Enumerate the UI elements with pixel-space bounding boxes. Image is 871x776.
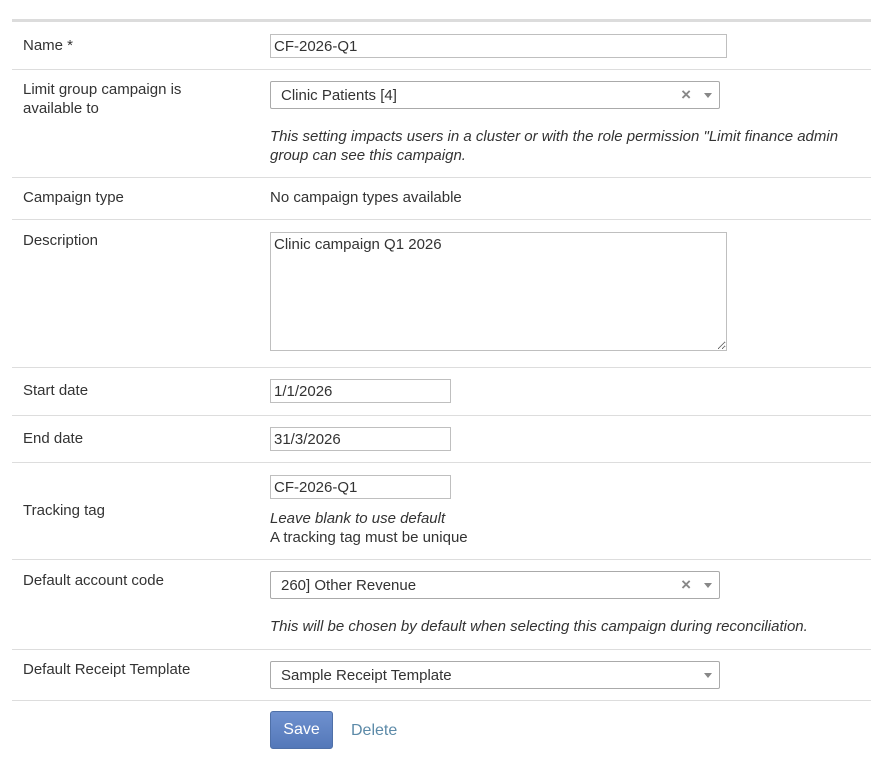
tracking-tag-help-unique: A tracking tag must be unique: [270, 529, 468, 546]
campaign-form: Name * Limit group campaign is available…: [12, 19, 871, 761]
dropdown-arrow-icon[interactable]: [704, 673, 712, 678]
account-code-label: Default account code: [23, 572, 164, 589]
row-account-code: Default account code 260] Other Revenue …: [12, 560, 871, 650]
row-end-date: End date: [12, 416, 871, 463]
row-limit-group: Limit group campaign is available to Cli…: [12, 70, 871, 178]
row-description: Description Clinic campaign Q1 2026: [12, 220, 871, 368]
row-start-date: Start date: [12, 368, 871, 416]
limit-group-label: Limit group campaign is available to: [23, 81, 182, 117]
description-field-wrap: Clinic campaign Q1 2026: [270, 232, 727, 355]
dropdown-arrow-icon[interactable]: [704, 93, 712, 98]
name-input[interactable]: [270, 34, 727, 58]
tracking-tag-input[interactable]: [270, 475, 451, 499]
campaign-type-label: Campaign type: [23, 189, 124, 206]
limit-group-help-line2: group can see this campaign.: [270, 147, 466, 164]
start-date-input[interactable]: [270, 379, 451, 403]
dropdown-arrow-icon[interactable]: [704, 583, 712, 588]
end-date-input[interactable]: [270, 427, 451, 451]
form-actions: Save Delete: [12, 701, 871, 761]
description-textarea[interactable]: Clinic campaign Q1 2026: [270, 232, 727, 351]
row-tracking-tag: Tracking tag Leave blank to use default …: [12, 463, 871, 560]
limit-group-help-line1: This setting impacts users in a cluster …: [270, 128, 839, 145]
receipt-template-field-wrap: Sample Receipt Template: [270, 661, 720, 689]
row-name: Name *: [12, 22, 871, 70]
save-button[interactable]: Save: [270, 711, 333, 749]
campaign-type-value: No campaign types available: [270, 189, 462, 206]
row-receipt-template: Default Receipt Template Sample Receipt …: [12, 650, 871, 701]
receipt-template-select[interactable]: Sample Receipt Template: [270, 661, 720, 689]
tracking-tag-label: Tracking tag: [23, 502, 105, 519]
start-date-label: Start date: [23, 382, 89, 399]
limit-group-field-wrap: Clinic Patients [4] ×: [270, 81, 720, 109]
row-campaign-type: Campaign type No campaign types availabl…: [12, 178, 871, 220]
account-code-selected-value: 260] Other Revenue: [281, 577, 417, 594]
clear-selection-icon[interactable]: ×: [681, 575, 691, 595]
clear-selection-icon[interactable]: ×: [681, 85, 691, 105]
account-code-help: This will be chosen by default when sele…: [270, 618, 808, 635]
end-date-label: End date: [23, 430, 84, 447]
description-label: Description: [23, 232, 99, 249]
account-code-field-wrap: 260] Other Revenue ×: [270, 571, 720, 599]
limit-group-selected-value: Clinic Patients [4]: [281, 87, 397, 104]
tracking-tag-field-wrap: [270, 475, 451, 499]
limit-group-select[interactable]: Clinic Patients [4] ×: [270, 81, 720, 109]
account-code-select[interactable]: 260] Other Revenue ×: [270, 571, 720, 599]
tracking-tag-help-default: Leave blank to use default: [270, 510, 446, 527]
start-date-field-wrap: [270, 379, 451, 403]
name-label: Name *: [23, 37, 74, 54]
receipt-template-selected-value: Sample Receipt Template: [281, 667, 452, 684]
name-field-wrap: [270, 34, 727, 58]
receipt-template-label: Default Receipt Template: [23, 661, 191, 678]
delete-link[interactable]: Delete: [351, 721, 397, 740]
end-date-field-wrap: [270, 427, 451, 451]
